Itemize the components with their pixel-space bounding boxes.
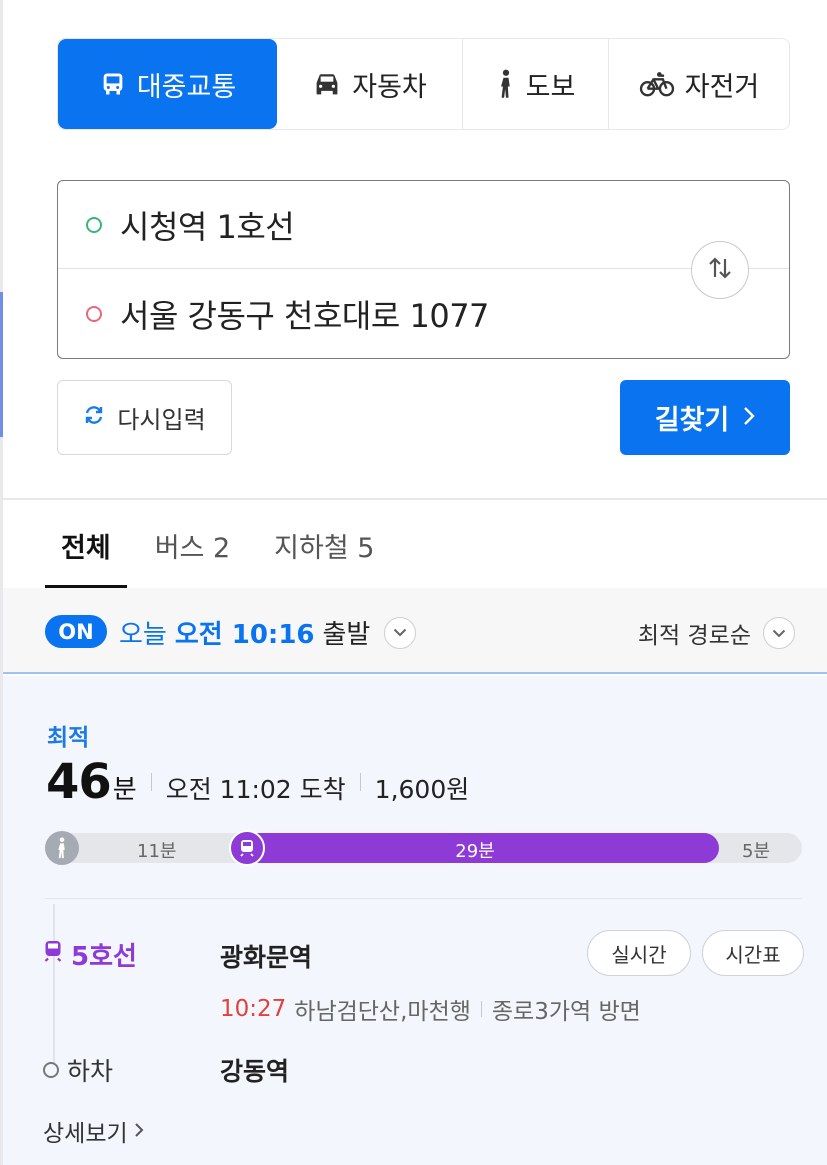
boarding-station: 광화문역 — [220, 943, 313, 972]
swap-button[interactable] — [691, 241, 749, 299]
tab-label: 대중교통 — [136, 71, 237, 103]
duration-unit: 분 — [112, 775, 137, 805]
destination-dot-icon — [86, 306, 102, 322]
duration-number: 46 — [46, 754, 112, 810]
route-input-box: 시청역 1호선 서울 강동구 천호대로 1077 — [57, 180, 790, 359]
refresh-icon — [83, 404, 105, 432]
tab-all[interactable]: 전체 — [45, 500, 127, 588]
walk-start-duration: 11분 — [137, 841, 177, 862]
destination-field[interactable]: 서울 강동구 천호대로 1077 — [58, 270, 789, 358]
sort-selector[interactable]: 최적 경로순 — [638, 616, 795, 650]
departure-time: 오전 10:16 — [174, 620, 315, 650]
chevron-down-icon — [384, 616, 417, 649]
tab-bus[interactable]: 버스 2 — [155, 500, 230, 588]
tab-car[interactable]: 자동차 — [277, 39, 463, 129]
alight-station: 강동역 — [220, 1057, 290, 1086]
route-timeline: 11분 29분 5분 — [45, 830, 802, 866]
departure-suffix: 출발 — [322, 620, 371, 650]
next-train-info: 10:27 하남검단산,마천행 종로3가역 방면 — [220, 992, 641, 1026]
alight-dot-icon — [43, 1062, 59, 1078]
car-icon — [312, 71, 342, 97]
tab-label: 도보 — [525, 71, 576, 103]
alight-step: 하차 — [43, 1052, 113, 1088]
realtime-button[interactable]: 실시간 — [587, 930, 691, 976]
tab-label: 자전거 — [684, 71, 760, 103]
subway-segment: 29분 — [229, 830, 719, 866]
card-divider — [45, 898, 802, 899]
walk-icon — [496, 69, 516, 99]
departure-bar: ON 오늘 오전 10:16 출발 최적 경로순 — [3, 588, 827, 674]
walk-end-duration: 5분 — [742, 841, 771, 862]
route-summary: 46 분 오전 11:02 도착 1,600원 — [46, 754, 469, 810]
train-direction: 종로3가역 방면 — [491, 999, 641, 1025]
find-route-button[interactable]: 길찾기 — [620, 380, 790, 455]
realtime-on-toggle[interactable]: ON — [45, 615, 107, 648]
reset-button[interactable]: 다시입력 — [57, 380, 232, 455]
route-result-card[interactable]: 최적 46 분 오전 11:02 도착 1,600원 11분 29분 5분 5호… — [3, 676, 827, 1165]
bus-icon — [99, 70, 127, 98]
detail-label: 상세보기 — [43, 1121, 128, 1147]
subway-line-badge: 5호선 — [43, 936, 137, 973]
subway-line-name: 5호선 — [71, 942, 137, 972]
fare: 1,600원 — [374, 775, 470, 804]
tab-public-transit[interactable]: 대중교통 — [58, 39, 277, 129]
walk-icon — [45, 831, 79, 865]
chevron-right-icon — [134, 1118, 144, 1144]
view-details-link[interactable]: 상세보기 — [43, 1114, 144, 1148]
origin-field[interactable]: 시청역 1호선 — [58, 181, 789, 269]
panel-resize-handle[interactable] — [0, 292, 3, 437]
find-route-label: 길찾기 — [654, 405, 730, 436]
chevron-right-icon — [743, 402, 755, 433]
separator — [359, 773, 361, 791]
next-train-time: 10:27 — [220, 996, 287, 1022]
subway-icon — [43, 939, 63, 970]
separator — [150, 773, 152, 791]
tab-subway[interactable]: 지하철 5 — [274, 500, 374, 588]
route-step-line — [53, 904, 55, 1074]
destination-text: 서울 강동구 천호대로 1077 — [120, 297, 489, 335]
alight-label: 하차 — [67, 1057, 114, 1086]
tab-label: 자동차 — [352, 71, 427, 103]
transport-mode-tabs: 대중교통 자동차 도보 자전거 — [57, 38, 790, 130]
reset-label: 다시입력 — [117, 406, 206, 434]
result-filter-tabs: 전체 버스 2 지하철 5 — [45, 500, 418, 588]
timetable-button[interactable]: 시간표 — [702, 930, 804, 976]
chevron-down-icon — [763, 617, 795, 649]
tab-walk[interactable]: 도보 — [463, 39, 609, 129]
arrival-time: 오전 11:02 도착 — [165, 775, 346, 804]
origin-text: 시청역 1호선 — [120, 207, 295, 246]
departure-time-selector[interactable]: 오늘 오전 10:16 출발 — [119, 614, 417, 651]
tab-bicycle[interactable]: 자전거 — [609, 39, 789, 129]
departure-day: 오늘 — [119, 620, 167, 650]
origin-dot-icon — [86, 216, 102, 233]
swap-arrows-icon — [705, 255, 735, 285]
train-destination: 하남검단산,마천행 — [294, 999, 471, 1025]
best-route-badge: 최적 — [47, 725, 90, 751]
bicycle-icon — [639, 71, 675, 97]
separator — [480, 1001, 482, 1017]
sort-label: 최적 경로순 — [637, 623, 751, 649]
subway-duration: 29분 — [455, 841, 495, 862]
